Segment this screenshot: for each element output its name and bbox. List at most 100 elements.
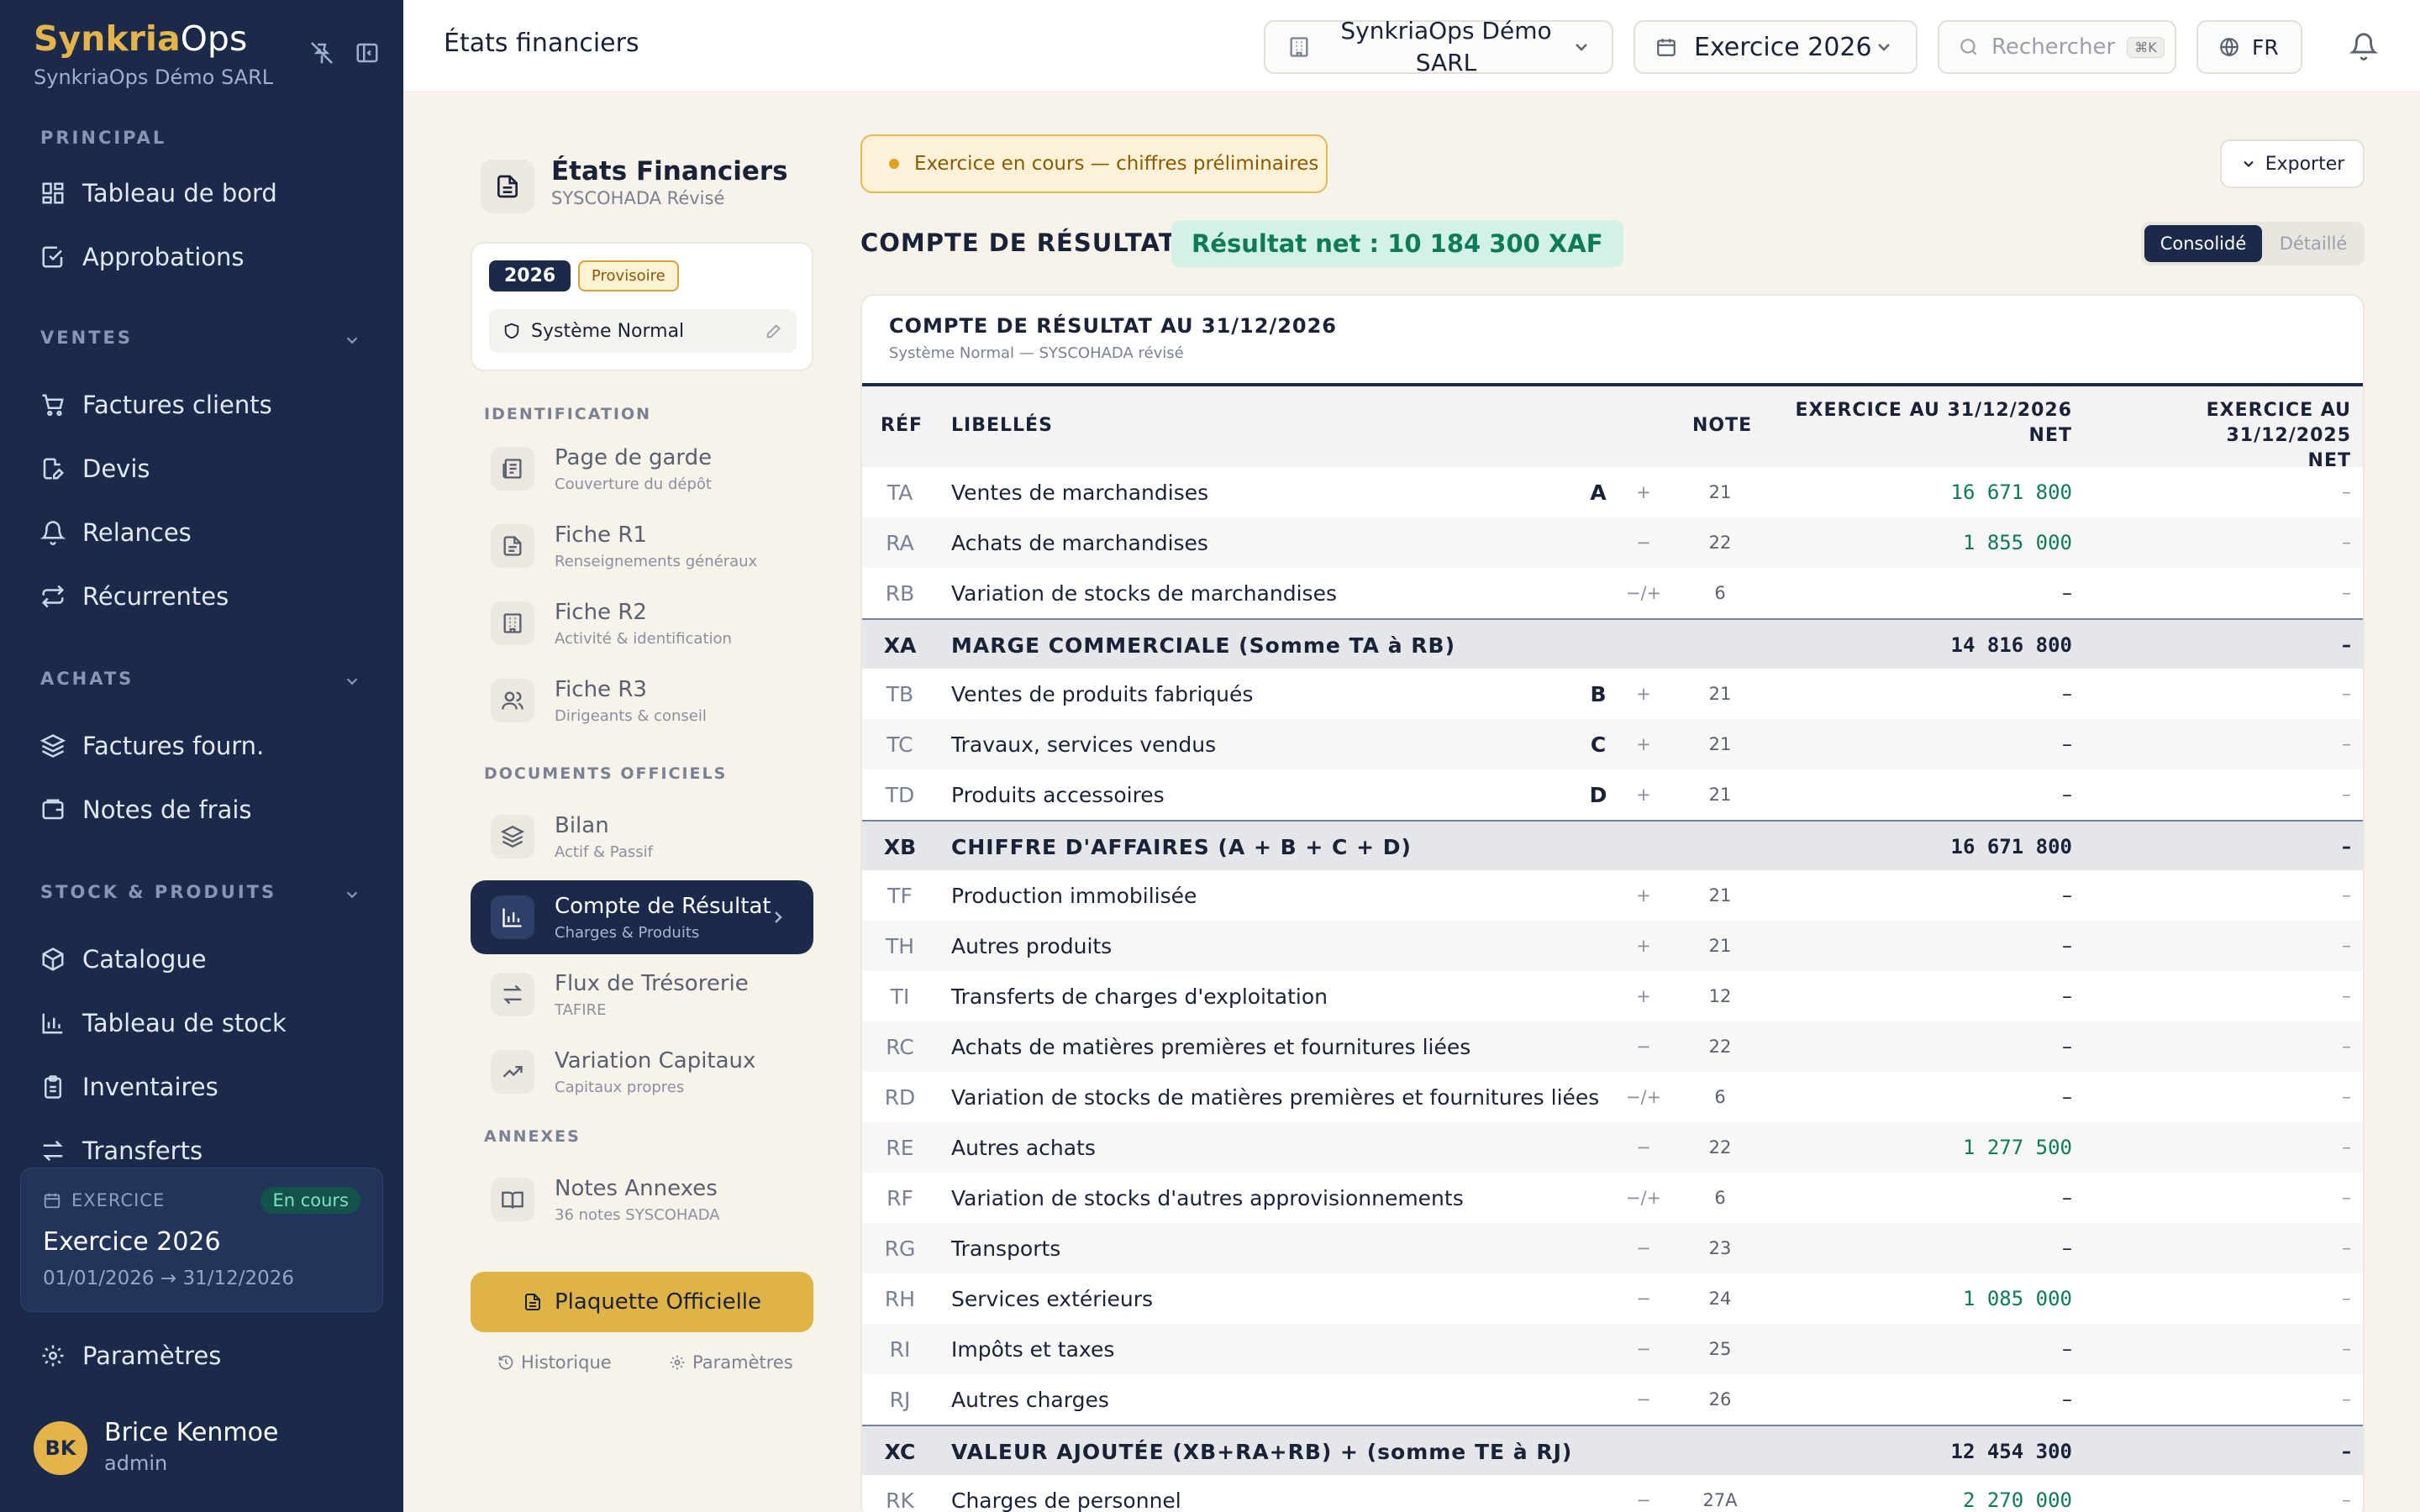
nav-fiche-r1[interactable]: Fiche R1 Renseignements généraux bbox=[471, 509, 813, 583]
sidebar-item-invoices[interactable]: Factures clients bbox=[40, 385, 272, 425]
plaquette-label: Plaquette Officielle bbox=[554, 1289, 762, 1315]
subtotal-row: XA MARGE COMMERCIALE (Somme TA à RB) 14 81… bbox=[862, 618, 2363, 670]
collapse-sidebar-icon[interactable] bbox=[355, 40, 380, 66]
row-previous-value: – bbox=[2342, 1036, 2351, 1058]
table-header: RÉF LIBELLÉS NOTE EXERCICE AU 31/12/2026… bbox=[862, 383, 2363, 471]
company-selector[interactable]: SynkriaOps Démo SARL bbox=[1264, 17, 1613, 76]
row-note bbox=[1682, 620, 1758, 670]
bar-chart-icon-box bbox=[491, 895, 534, 939]
nav-fiche-r2[interactable]: Fiche R2 Activité & identification bbox=[471, 586, 813, 660]
row-current-value: – bbox=[2062, 934, 2072, 958]
row-previous-value: – bbox=[2342, 1338, 2351, 1360]
book-icon-box bbox=[491, 1178, 534, 1221]
row-sign bbox=[1618, 1426, 1669, 1477]
sidebar-item-quotes[interactable]: Devis bbox=[40, 449, 150, 489]
trending-up-icon bbox=[502, 1066, 523, 1078]
edit-icon[interactable] bbox=[765, 322, 783, 340]
row-current-value: – bbox=[2062, 732, 2072, 756]
history-link[interactable]: Historique bbox=[497, 1352, 612, 1373]
row-current-value: 2 270 000 bbox=[1962, 1488, 2072, 1512]
sidebar-item-reminders[interactable]: Relances bbox=[40, 512, 192, 553]
fiscal-year-selector[interactable]: Exercice 2026 bbox=[1634, 20, 1918, 74]
nav-label: Variation Capitaux bbox=[555, 1048, 756, 1074]
system-selector[interactable]: Système Normal bbox=[489, 309, 797, 353]
sidebar-item-stock-board[interactable]: Tableau de stock bbox=[40, 1003, 287, 1043]
transfer-icon-box bbox=[491, 973, 534, 1016]
row-letter bbox=[1581, 822, 1615, 872]
toggle-detailed[interactable]: Détaillé bbox=[2265, 225, 2361, 262]
export-button[interactable]: Exporter bbox=[2220, 139, 2365, 188]
row-previous-value: – bbox=[2342, 1389, 2351, 1410]
sidebar-item-label: Catalogue bbox=[82, 945, 207, 974]
row-label: CHIFFRE D'AFFAIRES (A + B + C + D) bbox=[951, 834, 1412, 859]
plaquette-officielle-button[interactable]: Plaquette Officielle bbox=[471, 1272, 813, 1332]
company-name: SynkriaOps Démo SARL bbox=[1340, 17, 1552, 76]
row-ref: TA bbox=[886, 480, 913, 505]
sidebar-item-catalog[interactable]: Catalogue bbox=[40, 939, 207, 979]
sidebar-item-transfers[interactable]: Transferts bbox=[40, 1131, 203, 1171]
toggle-consolidated[interactable]: Consolidé bbox=[2144, 225, 2262, 262]
row-note: 6 bbox=[1714, 1087, 1726, 1107]
row-sign: + bbox=[1636, 734, 1651, 754]
search-input[interactable]: Rechercher ⌘K bbox=[1938, 20, 2176, 74]
nav-cover-page[interactable]: Page de garde Couverture du dépôt bbox=[471, 432, 813, 506]
sidebar-item-inventories[interactable]: Inventaires bbox=[40, 1067, 218, 1107]
panel-subtitle: SYSCOHADA Révisé bbox=[551, 188, 725, 208]
nav-notes-annexes[interactable]: Notes Annexes 36 notes SYSCOHADA bbox=[471, 1163, 813, 1236]
row-label: Ventes de produits fabriqués bbox=[951, 681, 1254, 706]
row-previous-value: – bbox=[2342, 1288, 2351, 1310]
row-ref: XA bbox=[883, 633, 917, 658]
row-letter bbox=[1581, 1021, 1615, 1072]
subtotal-row: XB CHIFFRE D'AFFAIRES (A + B + C + D) 16 6… bbox=[862, 820, 2363, 872]
row-letter bbox=[1581, 1122, 1615, 1173]
language-label: FR bbox=[2252, 34, 2279, 60]
chevron-down-icon[interactable] bbox=[343, 331, 361, 349]
user-name: Brice Kenmoe bbox=[104, 1418, 279, 1447]
row-current-value: 1 277 500 bbox=[1962, 1136, 2072, 1159]
nav-fiche-r3[interactable]: Fiche R3 Dirigeants & conseil bbox=[471, 664, 813, 738]
sidebar-item-recurring[interactable]: Récurrentes bbox=[40, 576, 229, 617]
sidebar-item-supplier-invoices[interactable]: Factures fourn. bbox=[40, 726, 264, 766]
row-ref: RD bbox=[884, 1084, 916, 1110]
row-ref: RH bbox=[884, 1286, 916, 1311]
shield-icon bbox=[504, 323, 519, 339]
row-letter bbox=[1581, 870, 1615, 921]
sidebar-item-expenses[interactable]: Notes de frais bbox=[40, 790, 252, 830]
avatar[interactable]: BK bbox=[34, 1421, 87, 1475]
chevron-down-icon[interactable] bbox=[343, 672, 361, 690]
table-row: TA Ventes de marchandises A +21 16 671 800 – bbox=[862, 467, 2363, 517]
nav-bilan[interactable]: Bilan Actif & Passif bbox=[471, 800, 813, 874]
nav-flux-tresorerie[interactable]: Flux de Trésorerie TAFIRE bbox=[471, 958, 813, 1032]
params-link[interactable]: Paramètres bbox=[669, 1352, 793, 1373]
row-letter: A bbox=[1590, 480, 1607, 505]
row-current-value: – bbox=[2062, 783, 2072, 806]
pin-off-icon[interactable] bbox=[309, 40, 334, 66]
header-previous-year: EXERCICE AU 31/12/2025 NET bbox=[2089, 398, 2351, 474]
section-achats[interactable]: ACHATS bbox=[40, 669, 134, 689]
nav-sublabel: Activité & identification bbox=[555, 630, 732, 648]
layers-icon bbox=[40, 734, 66, 758]
row-ref: RE bbox=[886, 1135, 914, 1160]
row-label: Ventes de marchandises bbox=[951, 480, 1209, 505]
users-icon-box bbox=[491, 679, 534, 722]
nav-variation-capitaux[interactable]: Variation Capitaux Capitaux propres bbox=[471, 1035, 813, 1109]
section-stock[interactable]: STOCK & PRODUITS bbox=[40, 882, 276, 902]
language-selector[interactable]: FR bbox=[2196, 20, 2302, 74]
sidebar-item-settings[interactable]: Paramètres bbox=[40, 1336, 221, 1376]
row-letter: B bbox=[1590, 681, 1607, 706]
bell-icon[interactable] bbox=[2349, 32, 2378, 60]
row-sign: −/+ bbox=[1625, 1188, 1662, 1208]
row-sign: + bbox=[1636, 482, 1651, 502]
row-note: 12 bbox=[1708, 986, 1732, 1006]
brand-logo[interactable]: SynkriaOps bbox=[34, 18, 247, 59]
sidebar-item-approvals[interactable]: Approbations bbox=[40, 237, 245, 277]
nav-compte-resultat[interactable]: Compte de Résultat Charges & Produits bbox=[471, 880, 813, 954]
row-previous-value: – bbox=[2342, 532, 2351, 554]
exercice-card[interactable]: EXERCICE En cours Exercice 2026 01/01/20… bbox=[20, 1168, 383, 1312]
building-icon bbox=[503, 613, 522, 633]
section-ventes[interactable]: VENTES bbox=[40, 328, 133, 348]
row-label: Production immobilisée bbox=[951, 883, 1197, 908]
chevron-down-icon[interactable] bbox=[343, 885, 361, 904]
row-label: Transferts de charges d'exploitation bbox=[951, 984, 1328, 1009]
sidebar-item-dashboard[interactable]: Tableau de bord bbox=[40, 173, 277, 213]
